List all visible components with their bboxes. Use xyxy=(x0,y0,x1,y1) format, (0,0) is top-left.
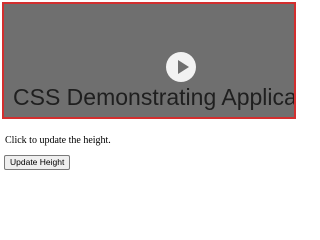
play-icon xyxy=(178,60,189,74)
instruction-text: Click to update the height. xyxy=(5,135,111,146)
video-caption: CSS Demonstrating Applica xyxy=(13,84,296,110)
play-button[interactable] xyxy=(166,52,196,82)
update-height-button[interactable]: Update Height xyxy=(4,155,71,170)
video-player[interactable]: CSS Demonstrating Applica xyxy=(2,2,296,119)
